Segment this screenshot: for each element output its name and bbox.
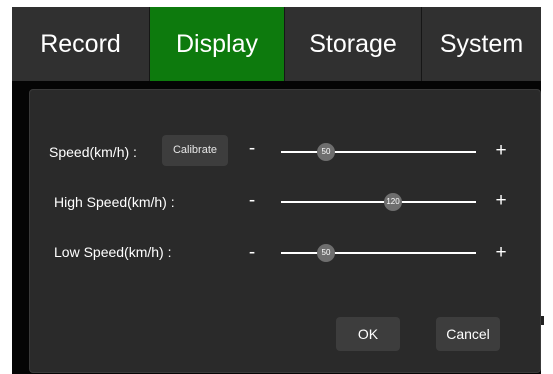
speed-increase-button[interactable]: + <box>493 140 509 162</box>
high-speed-slider[interactable]: 120 <box>281 193 476 211</box>
high-speed-decrease-button[interactable]: - <box>244 190 260 212</box>
tab-system[interactable]: System <box>422 7 541 81</box>
speed-label: Speed(km/h) : <box>49 144 137 160</box>
speed-decrease-button[interactable]: - <box>244 138 260 160</box>
tab-storage[interactable]: Storage <box>285 7 422 81</box>
low-speed-decrease-button[interactable]: - <box>244 242 260 264</box>
edge-mark <box>541 316 544 325</box>
tab-bar: Record Display Storage System <box>12 7 541 81</box>
display-settings-panel: Speed(km/h) : Calibrate - 50 + High Spee… <box>29 89 541 373</box>
device-screen: Record Display Storage System Speed(km/h… <box>12 7 541 374</box>
cancel-button[interactable]: Cancel <box>436 317 500 351</box>
speed-slider-thumb[interactable]: 50 <box>317 143 335 161</box>
speed-slider[interactable]: 50 <box>281 143 476 161</box>
tab-record[interactable]: Record <box>12 7 150 81</box>
high-speed-slider-thumb[interactable]: 120 <box>384 193 402 211</box>
calibrate-button[interactable]: Calibrate <box>162 135 228 166</box>
tab-display[interactable]: Display <box>150 7 285 81</box>
high-speed-increase-button[interactable]: + <box>493 190 509 212</box>
low-speed-increase-button[interactable]: + <box>493 242 509 264</box>
low-speed-slider[interactable]: 50 <box>281 244 476 262</box>
low-speed-label: Low Speed(km/h) : <box>54 244 172 260</box>
ok-button[interactable]: OK <box>336 317 400 351</box>
low-speed-slider-thumb[interactable]: 50 <box>317 244 335 262</box>
high-speed-label: High Speed(km/h) : <box>54 194 175 210</box>
